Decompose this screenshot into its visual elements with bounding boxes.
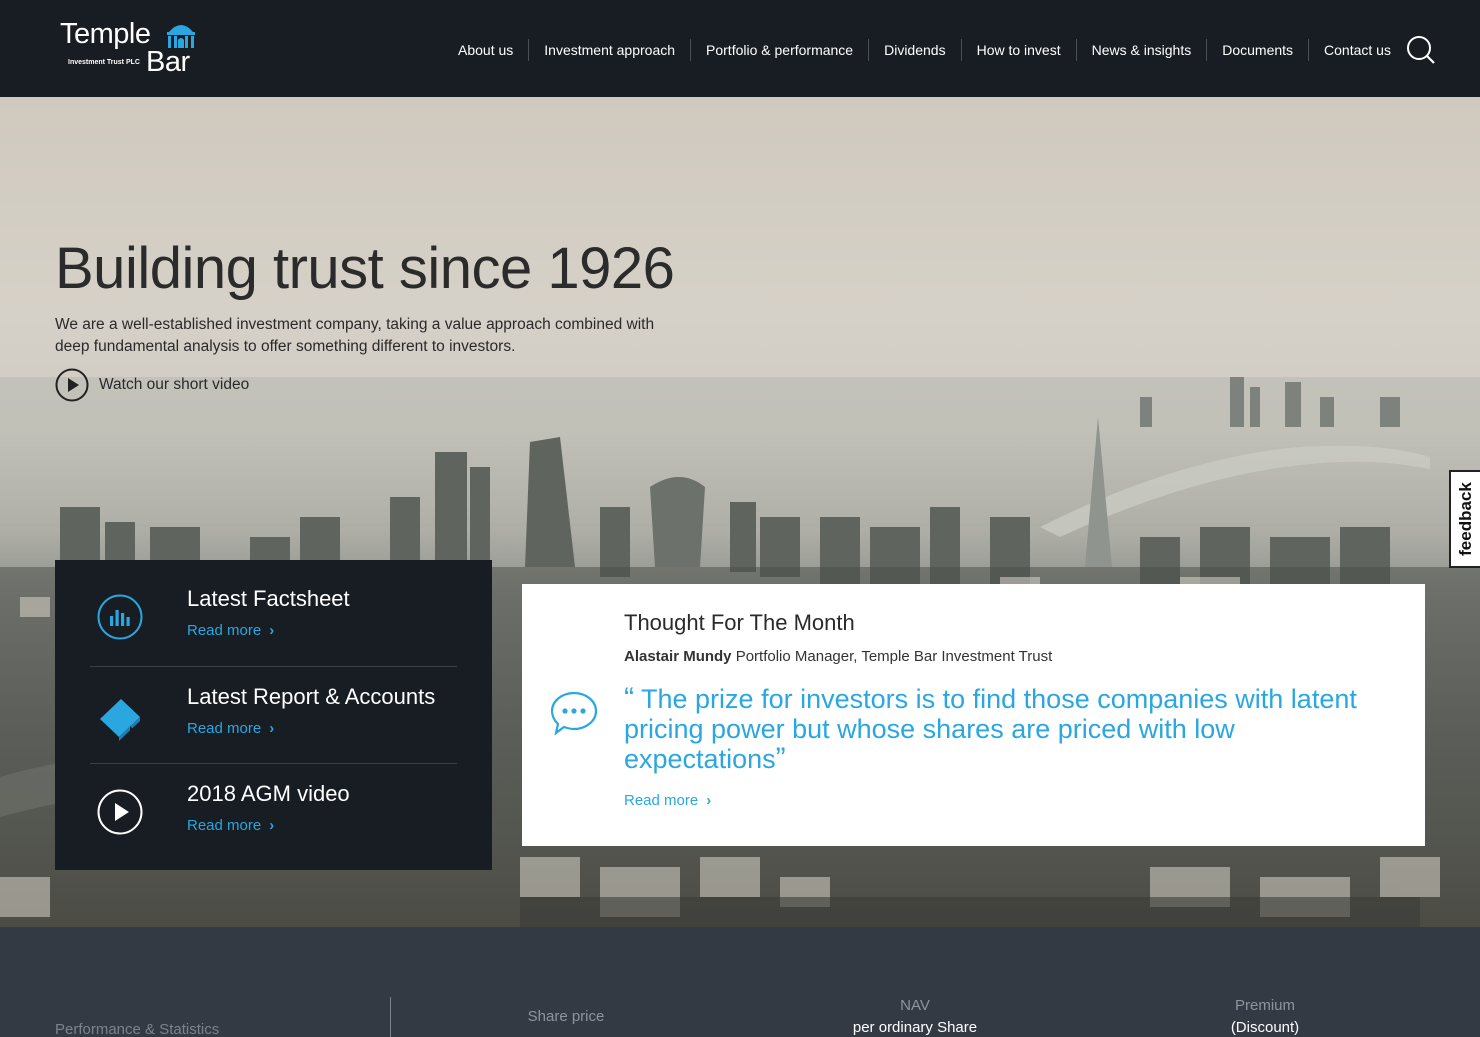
nav-stat: NAV per ordinary Share — [852, 997, 978, 1036]
temple-bar-logo[interactable]: Temple Investment Trust PLC Bar — [60, 18, 200, 80]
chevron-right-icon: › — [706, 792, 712, 809]
report-accounts-item[interactable]: Latest Report & Accounts Read more › — [90, 666, 457, 763]
feedback-tab[interactable]: feedback — [1449, 470, 1480, 568]
chevron-right-icon: › — [269, 817, 275, 834]
agm-video-title: 2018 AGM video — [187, 781, 350, 806]
stats-divider — [390, 997, 391, 1037]
thought-quote: “ The prize for investors is to find tho… — [624, 682, 1357, 775]
stats-label: Performance & Statistics — [55, 1021, 220, 1037]
nav-investment-approach[interactable]: Investment approach — [528, 39, 690, 61]
factsheet-item[interactable]: Latest Factsheet Read more › — [90, 560, 457, 657]
search-icon[interactable] — [1404, 34, 1436, 66]
play-icon — [97, 789, 143, 835]
book-icon — [100, 699, 140, 741]
factsheet-read-more[interactable]: Read more › — [187, 622, 274, 639]
hero-title: Building trust since 1926 — [55, 236, 675, 301]
nav-how-to-invest[interactable]: How to invest — [960, 39, 1076, 61]
main-navigation: About us Investment approach Portfolio &… — [443, 38, 1406, 62]
nav-portfolio-performance[interactable]: Portfolio & performance — [690, 39, 868, 61]
nav-contact-us[interactable]: Contact us — [1308, 39, 1406, 61]
premium-discount-stat: Premium (Discount) — [1230, 997, 1300, 1036]
report-accounts-read-more[interactable]: Read more › — [187, 720, 274, 737]
logo-word-bottom: Bar — [146, 46, 190, 78]
logo-word-top: Temple — [60, 18, 151, 50]
watch-video-label: Watch our short video — [99, 376, 250, 393]
speech-bubble-icon — [550, 691, 598, 735]
agm-video-item[interactable]: 2018 AGM video Read more › — [90, 763, 457, 860]
nav-dividends[interactable]: Dividends — [868, 39, 960, 61]
nav-news-insights[interactable]: News & insights — [1075, 39, 1207, 61]
hero-subtitle: We are a well-established investment com… — [55, 316, 655, 355]
agm-video-read-more[interactable]: Read more › — [187, 817, 274, 834]
chevron-right-icon: › — [269, 622, 275, 639]
site-header: Temple Investment Trust PLC Bar About us… — [0, 0, 1480, 97]
nav-documents[interactable]: Documents — [1206, 39, 1308, 61]
thought-author: Alastair Mundy Portfolio Manager, Temple… — [624, 648, 1053, 665]
bar-chart-icon — [97, 594, 143, 640]
hero-banner: Building trust since 1926 We are a well-… — [0, 97, 1480, 927]
play-circle-icon — [55, 368, 89, 402]
thought-read-more[interactable]: Read more › — [624, 792, 711, 809]
nav-about-us[interactable]: About us — [443, 39, 528, 61]
watch-video-link[interactable]: Watch our short video — [55, 368, 249, 402]
thought-title: Thought For The Month — [624, 610, 855, 635]
chevron-right-icon: › — [269, 720, 275, 737]
factsheet-title: Latest Factsheet — [187, 586, 350, 611]
resources-panel: Latest Factsheet Read more › Latest Repor… — [55, 560, 492, 870]
share-price-stat: Share price — [527, 1008, 605, 1025]
report-accounts-title: Latest Report & Accounts — [187, 684, 436, 709]
logo-tagline: Investment Trust PLC — [68, 59, 140, 66]
thought-for-month-card: Thought For The Month Alastair Mundy Por… — [522, 584, 1425, 846]
performance-statistics-strip: Performance & Statistics Share price NAV… — [0, 927, 1480, 1037]
